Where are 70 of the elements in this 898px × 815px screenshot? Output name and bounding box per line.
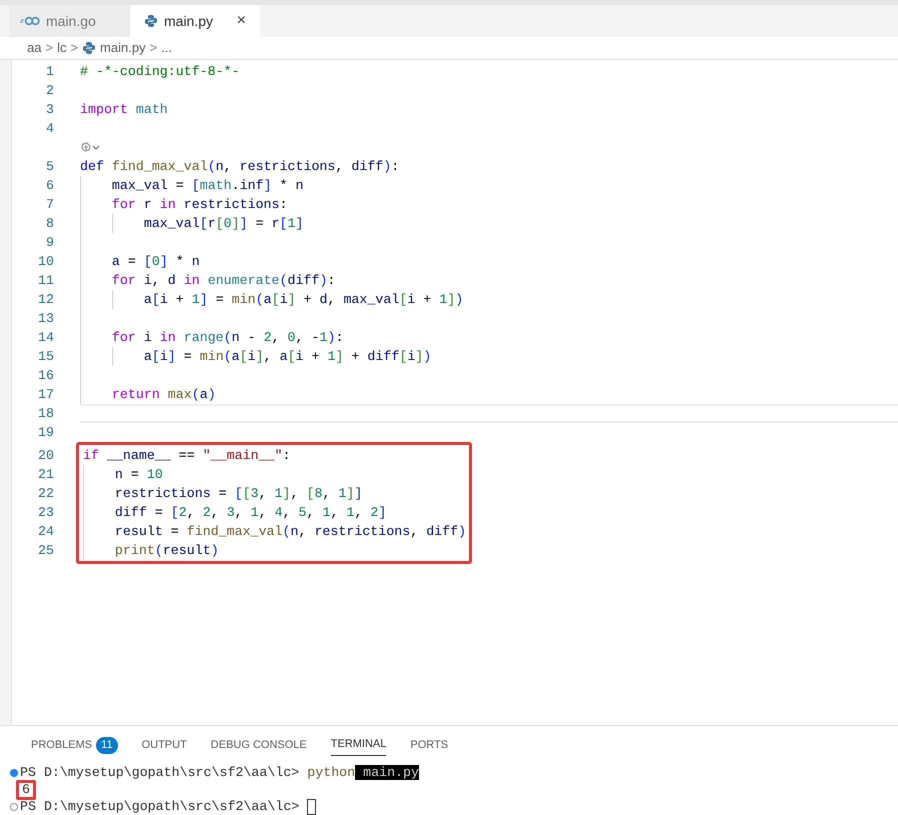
code-line: for i in range(n - 2, 0, -1): xyxy=(110,328,344,347)
line-number: 3 xyxy=(45,100,54,119)
panel-tab[interactable]: OUTPUT xyxy=(142,734,187,756)
code-line: if __name__ == "__main__": xyxy=(83,446,290,465)
code-line: result = find_max_val(n, restrictions, diff) xyxy=(114,522,466,541)
panel-tab[interactable]: TERMINAL xyxy=(330,734,386,756)
panel-tab[interactable]: DEBUG CONSOLE xyxy=(210,734,307,756)
line-number: 17 xyxy=(37,386,54,404)
breadcrumb-separator: > xyxy=(150,39,158,58)
tab-label: main.py xyxy=(164,12,214,31)
line-number: 6 xyxy=(45,176,54,195)
breadcrumb-item[interactable]: aa xyxy=(27,38,42,58)
line-number: 5 xyxy=(45,158,54,176)
line-number: 12 xyxy=(37,290,54,309)
code-line: return max(a) xyxy=(110,386,216,404)
code-line: max_val[r[0]] = r[1] xyxy=(142,214,304,233)
terminal-line: PS D:\mysetup\gopath\src\sf2\aa\lc> xyxy=(20,798,300,815)
code-line: print(result) xyxy=(114,542,219,560)
panel-tab[interactable]: PORTS xyxy=(410,734,448,756)
code-line: a[i] = min(a[i], a[i + 1] + diff[i]) xyxy=(142,348,432,366)
command-status-icon[interactable] xyxy=(10,768,18,776)
line-number: 22 xyxy=(37,484,54,503)
code-line: n = 10 xyxy=(114,466,163,484)
code-line: for i, d in enumerate(diff): xyxy=(110,272,336,290)
breadcrumb-item[interactable]: lc xyxy=(57,38,66,58)
panel-tab[interactable]: PROBLEMS xyxy=(31,734,92,756)
code-line: a = [0] * n xyxy=(110,252,200,271)
command-status-icon[interactable] xyxy=(10,802,18,810)
line-number: 13 xyxy=(37,310,54,328)
line-number: 7 xyxy=(45,196,54,214)
code-line: restrictions = [[3, 1], [8, 1]] xyxy=(114,484,362,503)
close-icon[interactable]: × xyxy=(236,9,246,33)
line-number: 24 xyxy=(37,522,54,541)
code-line: diff = [2, 2, 3, 1, 4, 5, 1, 1, 2] xyxy=(114,504,386,522)
count-badge: 11 xyxy=(96,736,118,754)
line-number: 23 xyxy=(37,504,54,522)
line-number: 11 xyxy=(37,272,54,290)
line-number: 20 xyxy=(37,446,54,465)
breadcrumb-separator: > xyxy=(70,39,78,58)
line-number: 25 xyxy=(37,542,54,560)
line-number: 18 xyxy=(37,404,54,423)
editor-tab[interactable]: main.go xyxy=(10,5,130,37)
breadcrumb-item[interactable]: main.py xyxy=(100,38,146,58)
line-number: 14 xyxy=(37,328,54,347)
code-line: a[i + 1] = min(a[i] + d, max_val[i + 1]) xyxy=(142,290,464,309)
python-file-icon xyxy=(82,41,96,55)
terminal-line: PS D:\mysetup\gopath\src\sf2\aa\lc> python main.py xyxy=(20,764,419,781)
code-line: max_val = [math.inf] * n xyxy=(110,176,304,195)
line-number: 21 xyxy=(37,466,54,484)
line-number: 1 xyxy=(45,62,54,81)
line-number: 8 xyxy=(45,214,54,233)
line-number: 4 xyxy=(45,120,54,138)
codelens-icon[interactable] xyxy=(80,142,100,154)
python-file-icon xyxy=(144,14,158,28)
line-number: 9 xyxy=(45,234,54,252)
line-number: 2 xyxy=(45,82,54,100)
line-number: 16 xyxy=(37,366,54,385)
code-line: import math xyxy=(80,100,168,119)
breadcrumb-separator: > xyxy=(45,39,54,58)
code-line: for r in restrictions: xyxy=(110,196,288,214)
line-number: 15 xyxy=(37,348,54,366)
breadcrumb-item[interactable]: ... xyxy=(161,38,172,58)
line-number: 10 xyxy=(37,252,54,271)
tab-label: main.go xyxy=(46,12,97,31)
highlight-box: 6 xyxy=(16,780,36,800)
code-line: def find_max_val(n, restrictions, diff): xyxy=(80,158,400,176)
editor-tab[interactable]: main.py × xyxy=(130,5,260,37)
line-number: 19 xyxy=(37,424,54,442)
code-line: # -*-coding:utf-8-*- xyxy=(80,62,240,81)
go-file-icon xyxy=(20,16,40,26)
